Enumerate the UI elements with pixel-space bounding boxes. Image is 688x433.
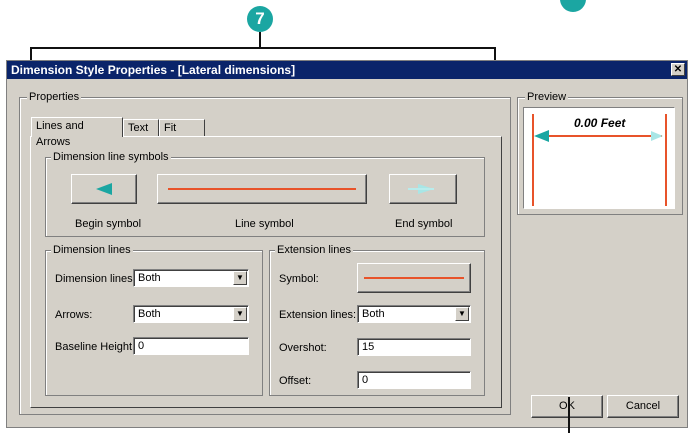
callout-stem: [259, 32, 261, 48]
tab-lines-and-arrows[interactable]: Lines and Arrows: [31, 117, 123, 148]
extension-lines-group-label: Extension lines: [275, 244, 353, 256]
dimension-lines-label: Dimension lines:: [55, 273, 136, 285]
properties-group-label: Properties: [27, 91, 82, 103]
preview-dimension-text: 0.00 Feet: [574, 116, 626, 130]
extension-lines-label: Extension lines:: [279, 309, 357, 321]
baseline-height-input[interactable]: 0: [133, 337, 249, 355]
dimension-lines-group-label: Dimension lines: [51, 244, 133, 256]
dimension-line-symbols-label: Dimension line symbols: [51, 151, 171, 163]
extension-lines-select[interactable]: Both ▼: [357, 305, 471, 323]
close-button[interactable]: ✕: [671, 63, 685, 76]
dialog-title: Dimension Style Properties - [Lateral di…: [11, 63, 296, 77]
line-symbol-preview: [168, 188, 356, 190]
preview-extension-right: [665, 114, 667, 206]
begin-arrow-icon: [96, 183, 112, 195]
ok-button[interactable]: OK: [531, 395, 603, 418]
end-symbol-label: End symbol: [395, 218, 453, 230]
overshot-label: Overshot:: [279, 342, 327, 354]
line-symbol-label: Line symbol: [235, 218, 294, 230]
dimension-lines-select[interactable]: Both ▼: [133, 269, 249, 287]
offset-input[interactable]: 0: [357, 371, 471, 389]
tab-text[interactable]: Text: [123, 119, 159, 137]
begin-symbol-button[interactable]: [71, 174, 137, 204]
arrows-select[interactable]: Both ▼: [133, 305, 249, 323]
end-arrow-icon: [408, 184, 434, 194]
arrows-label: Arrows:: [55, 309, 93, 321]
step-callout-circle: 7: [247, 6, 273, 32]
offset-label: Offset:: [279, 375, 312, 387]
tab-fit[interactable]: Fit: [159, 119, 205, 137]
baseline-height-label: Baseline Height:: [55, 341, 136, 353]
chevron-down-icon[interactable]: ▼: [233, 271, 247, 285]
preview-canvas: 0.00 Feet: [523, 107, 675, 209]
preview-group-label: Preview: [525, 91, 569, 103]
extension-symbol-button[interactable]: [357, 263, 471, 293]
ok-callout-line: [568, 397, 570, 433]
dimension-style-dialog: Dimension Style Properties - [Lateral di…: [6, 60, 688, 428]
partial-callout-circle: [560, 0, 586, 12]
end-symbol-button[interactable]: [389, 174, 457, 204]
arrows-value: Both: [138, 308, 161, 320]
preview-extension-left: [532, 114, 534, 206]
title-bar: Dimension Style Properties - [Lateral di…: [7, 61, 687, 79]
overshot-input[interactable]: 15: [357, 338, 471, 356]
extension-symbol-preview: [364, 277, 464, 279]
callout-bracket-top: [30, 47, 496, 49]
preview-dimension-line: [538, 135, 662, 137]
dimension-lines-value: Both: [138, 272, 161, 284]
begin-symbol-label: Begin symbol: [75, 218, 142, 230]
cancel-button[interactable]: Cancel: [607, 395, 679, 418]
chevron-down-icon[interactable]: ▼: [233, 307, 247, 321]
chevron-down-icon[interactable]: ▼: [455, 307, 469, 321]
preview-begin-arrow-icon: [534, 130, 549, 142]
extension-lines-value: Both: [362, 308, 385, 320]
symbol-label: Symbol:: [279, 273, 319, 285]
lines-and-arrows-panel: Dimension line symbols Begin symbol Line…: [30, 136, 502, 408]
line-symbol-button[interactable]: [157, 174, 367, 204]
preview-end-arrow-icon: [651, 131, 663, 141]
close-icon: ✕: [673, 64, 683, 75]
